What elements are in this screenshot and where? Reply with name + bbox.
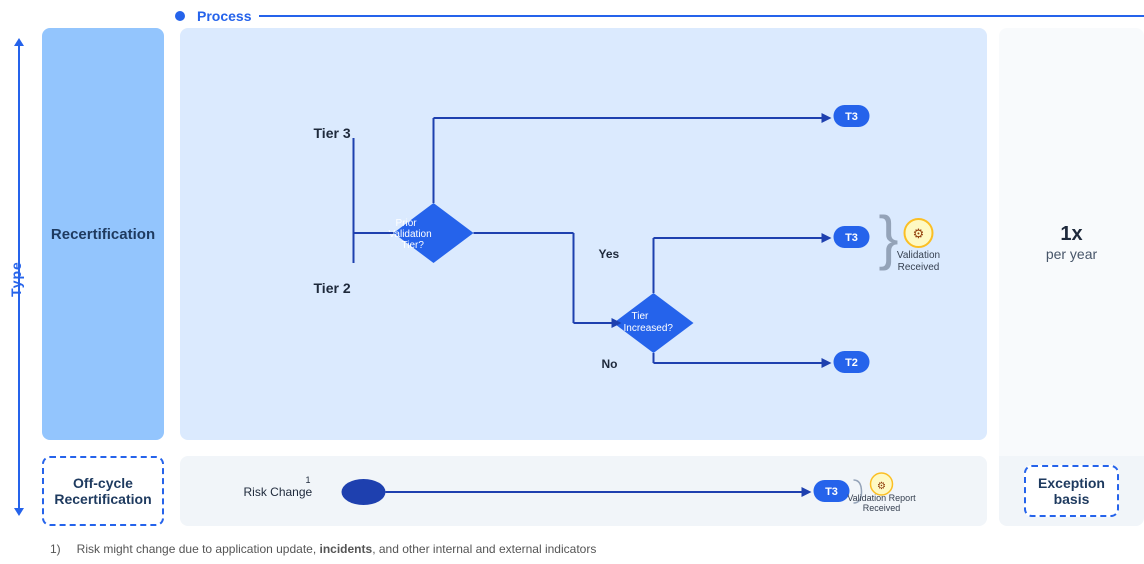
type-label: Type <box>8 261 24 297</box>
arrow-no-right <box>822 358 832 368</box>
type-arrow-down <box>14 508 24 516</box>
main-container: Process Freq. Type Recertification <box>0 0 1144 564</box>
svg-text:Received: Received <box>898 262 940 273</box>
offcycle-box: Off-cycleRecertification <box>42 456 164 526</box>
svg-text:Increased?: Increased? <box>624 323 674 334</box>
offcycle-label: Off-cycleRecertification <box>54 475 151 507</box>
sidebar: Recertification Off-cycleRecertification <box>38 28 168 526</box>
risk-change-text: Risk Change <box>244 485 313 499</box>
svg-text:T3: T3 <box>845 111 858 123</box>
process-line <box>259 15 1144 17</box>
svg-text:Validation Report: Validation Report <box>847 493 916 503</box>
svg-text:T3: T3 <box>845 232 858 244</box>
tier3-text: Tier 3 <box>314 125 351 141</box>
yes-label: Yes <box>599 247 620 261</box>
svg-text:⚙: ⚙ <box>877 481 886 492</box>
arrow-top-right <box>822 113 832 123</box>
svg-text:T3: T3 <box>825 486 838 498</box>
svg-text:Prior: Prior <box>396 218 418 229</box>
svg-text:Tier: Tier <box>632 311 650 322</box>
risk-change-oval <box>342 479 386 505</box>
flow-top-area: Tier 3 Tier 2 Prior Validation Tier? <box>180 28 987 440</box>
type-column: Type <box>0 28 38 526</box>
svg-text:T2: T2 <box>845 357 858 369</box>
footnote-number: 1) <box>50 542 61 556</box>
exception-box: Exceptionbasis <box>1024 465 1119 517</box>
recertification-box: Recertification <box>42 28 164 440</box>
flow-bottom-area: Risk Change 1 T3 ⚙ Val <box>180 456 987 526</box>
freq-per-year: per year <box>1046 246 1097 262</box>
right-panel: 1x per year Exceptionbasis <box>999 28 1144 526</box>
svg-text:Received: Received <box>863 503 901 513</box>
flow-bottom-svg: Risk Change 1 T3 ⚙ Val <box>195 456 972 526</box>
freq-bottom-section: Exceptionbasis <box>999 456 1144 526</box>
svg-text:Tier?: Tier? <box>402 240 425 251</box>
flow-area: Tier 3 Tier 2 Prior Validation Tier? <box>168 28 991 526</box>
exception-label: Exceptionbasis <box>1038 475 1105 507</box>
svg-text:1: 1 <box>306 475 311 485</box>
process-arrow: Process <box>175 8 1144 24</box>
svg-text:}: } <box>879 204 899 271</box>
no-label: No <box>602 357 618 371</box>
tier2-text: Tier 2 <box>314 280 351 296</box>
risk-change-arrow <box>802 487 812 497</box>
flow-diagram-svg: Tier 3 Tier 2 Prior Validation Tier? <box>190 43 977 383</box>
footnote: 1) Risk might change due to application … <box>0 530 1144 564</box>
freq-top-section: 1x per year <box>999 28 1144 456</box>
footnote-text: Risk might change due to application upd… <box>77 542 597 556</box>
arrow-yes-right <box>822 233 832 243</box>
freq-value: 1x <box>1060 223 1082 246</box>
svg-text:⚙: ⚙ <box>913 226 925 241</box>
process-label: Process <box>197 8 251 24</box>
svg-text:Validation: Validation <box>389 229 432 240</box>
recertification-label: Recertification <box>51 226 155 243</box>
process-arrow-start <box>175 11 185 21</box>
type-arrow-up <box>14 38 24 46</box>
svg-text:Validation: Validation <box>897 250 940 261</box>
